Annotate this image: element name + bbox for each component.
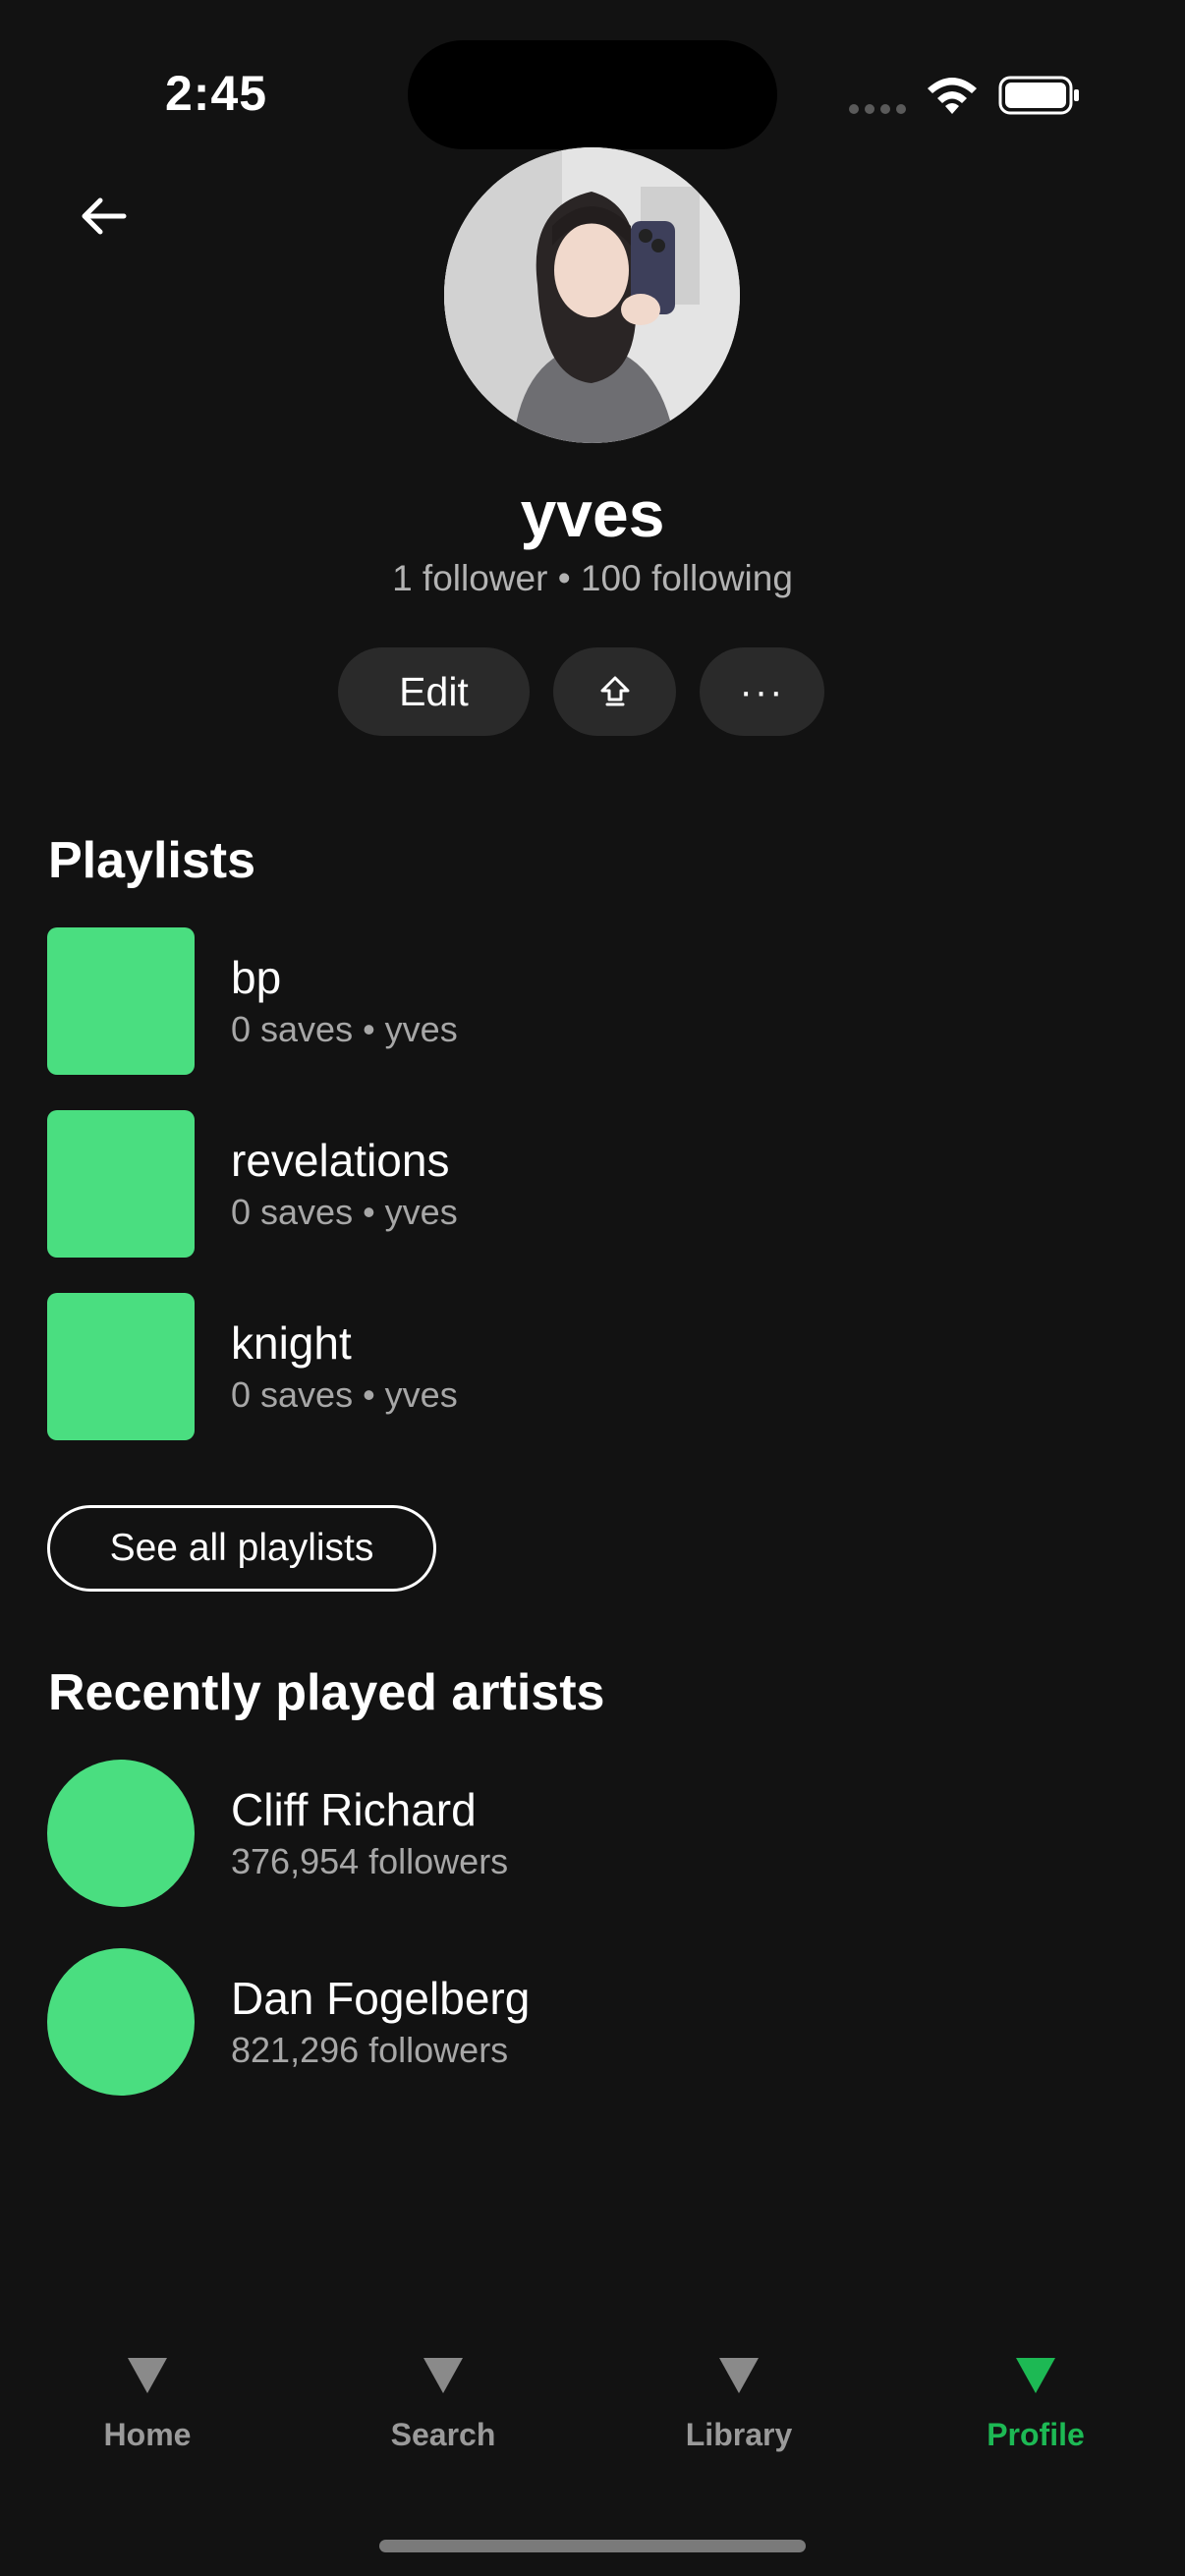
playlist-meta: 0 saves • yves <box>231 1374 458 1416</box>
arrow-left-icon <box>82 197 127 235</box>
playlist-item[interactable]: revelations 0 saves • yves <box>47 1110 1138 1258</box>
see-all-playlists-button[interactable]: See all playlists <box>47 1505 436 1592</box>
tab-profile[interactable]: Profile <box>888 2358 1183 2453</box>
triangle-icon <box>128 2358 167 2393</box>
tab-label: Search <box>390 2417 496 2452</box>
battery-icon <box>998 76 1079 115</box>
artist-avatar <box>47 1948 195 2096</box>
profile-photo <box>444 147 740 443</box>
artist-followers: 376,954 followers <box>231 1841 509 1882</box>
artist-item[interactable]: Cliff Richard 376,954 followers <box>47 1760 1138 1907</box>
more-options-button[interactable]: ··· <box>700 647 824 736</box>
profile-stats[interactable]: 1 follower • 100 following <box>0 558 1185 599</box>
playlist-name: knight <box>231 1316 352 1369</box>
tab-library[interactable]: Library <box>592 2358 886 2453</box>
playlist-name: bp <box>231 951 282 1003</box>
playlist-cover <box>47 1110 195 1258</box>
playlist-item[interactable]: knight 0 saves • yves <box>47 1293 1138 1440</box>
signal-icon <box>849 104 906 114</box>
artist-name: Dan Fogelberg <box>231 1972 531 2024</box>
artist-item[interactable]: Dan Fogelberg 821,296 followers <box>47 1948 1138 2096</box>
playlists-heading: Playlists <box>48 832 256 889</box>
back-button[interactable] <box>69 182 138 251</box>
edit-button[interactable]: Edit <box>338 647 530 736</box>
playlist-meta: 0 saves • yves <box>231 1009 458 1050</box>
dynamic-island <box>408 40 777 149</box>
triangle-icon <box>719 2358 759 2393</box>
tab-label: Home <box>103 2417 192 2452</box>
triangle-icon <box>1016 2358 1055 2393</box>
status-time: 2:45 <box>165 66 268 121</box>
playlist-cover <box>47 927 195 1075</box>
recently-played-artists-heading: Recently played artists <box>48 1664 605 1721</box>
profile-name: yves <box>520 477 665 550</box>
tab-search[interactable]: Search <box>296 2358 591 2453</box>
avatar[interactable] <box>444 147 740 443</box>
wifi-icon <box>928 78 977 114</box>
playlist-name: revelations <box>231 1134 450 1186</box>
artist-avatar <box>47 1760 195 1907</box>
share-icon <box>600 676 629 706</box>
artist-followers: 821,296 followers <box>231 2030 509 2071</box>
home-indicator[interactable] <box>379 2540 806 2552</box>
playlist-meta: 0 saves • yves <box>231 1192 458 1233</box>
playlist-item[interactable]: bp 0 saves • yves <box>47 927 1138 1075</box>
share-button[interactable] <box>553 647 676 736</box>
tab-label: Library <box>685 2417 793 2452</box>
tab-label: Profile <box>987 2417 1085 2452</box>
tab-home[interactable]: Home <box>0 2358 295 2453</box>
triangle-icon <box>423 2358 463 2393</box>
playlist-cover <box>47 1293 195 1440</box>
artist-name: Cliff Richard <box>231 1783 477 1835</box>
